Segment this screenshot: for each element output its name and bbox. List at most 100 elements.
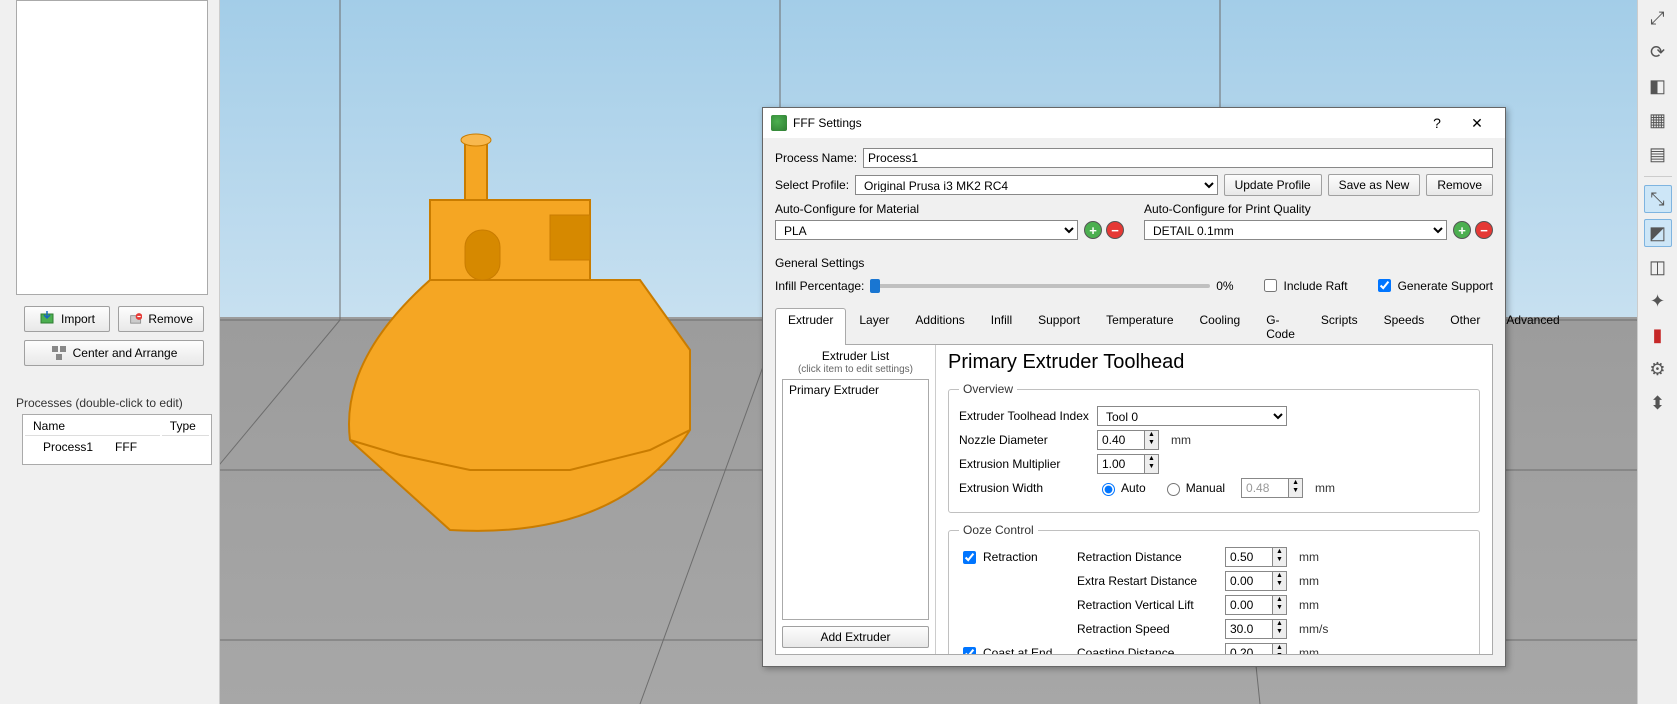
tab-infill[interactable]: Infill [978,308,1025,345]
tab-advanced[interactable]: Advanced [1493,308,1572,345]
tab-extruder[interactable]: Extruder [775,308,846,345]
spinner-arrows-icon: ▲▼ [1289,478,1303,498]
tab-scripts[interactable]: Scripts [1308,308,1371,345]
nozzle-label: Nozzle Diameter [959,433,1089,447]
extruder-list[interactable]: Primary Extruder [782,379,929,620]
front-cube-icon[interactable]: ▦ [1644,106,1672,134]
expand-icon[interactable]: ⤢ [1644,4,1672,32]
extra-restart-label: Extra Restart Distance [1077,574,1217,588]
ooze-group: Ooze Control Retraction Retraction Dista… [948,523,1480,654]
remove-button[interactable]: Remove [118,306,204,332]
tab-cooling[interactable]: Cooling [1187,308,1254,345]
toolhead-index-label: Extruder Toolhead Index [959,409,1089,423]
fff-settings-dialog: FFF Settings ? ✕ Process Name: Select Pr… [762,107,1506,667]
close-button[interactable]: ✕ [1457,111,1497,136]
cell-name: Process1 [25,438,101,456]
retraction-speed-label: Retraction Speed [1077,622,1217,636]
retraction-distance-label: Retraction Distance [1077,550,1217,564]
app-logo-icon [771,115,787,131]
width-manual-radio[interactable]: Manual [1162,480,1225,496]
width-input [1241,478,1289,498]
import-icon [39,311,55,327]
top-cube-icon[interactable]: ▤ [1644,140,1672,168]
vlift-input[interactable] [1225,595,1273,615]
dialog-titlebar[interactable]: FFF Settings ? ✕ [763,108,1505,138]
col-name[interactable]: Name [25,417,160,436]
normals-icon[interactable]: ✦ [1644,287,1672,315]
red-cube-icon[interactable]: ▮ [1644,321,1672,349]
axes-icon[interactable]: ⤡ [1644,185,1672,213]
remove-profile-button[interactable]: Remove [1426,174,1493,196]
retraction-speed-input[interactable] [1225,619,1273,639]
infill-slider[interactable] [870,284,1210,288]
tab-temperature[interactable]: Temperature [1093,308,1186,345]
material-remove-icon[interactable]: − [1106,221,1124,239]
processes-table[interactable]: Name Type Process1 FFF [22,414,212,465]
right-toolbar: ⤢ ⟳ ◧ ▦ ▤ ⤡ ◩ ◫ ✦ ▮ ⚙ ⬍ [1637,0,1677,704]
rotate-icon[interactable]: ⟳ [1644,38,1672,66]
help-button[interactable]: ? [1417,111,1457,135]
quality-remove-icon[interactable]: − [1475,221,1493,239]
coasting-distance-label: Coasting Distance [1077,646,1217,654]
spinner-arrows-icon[interactable]: ▲▼ [1273,547,1287,567]
retraction-checkbox[interactable]: Retraction [959,548,1069,567]
cell-type: FFF [107,438,145,456]
auto-quality-label: Auto-Configure for Print Quality [1144,202,1493,216]
panel-title: Primary Extruder Toolhead [948,351,1480,374]
import-label: Import [61,312,95,326]
spinner-arrows-icon[interactable]: ▲▼ [1273,571,1287,591]
col-type[interactable]: Type [162,417,209,436]
tab-additions[interactable]: Additions [902,308,977,345]
extruder-list-hint: (click item to edit settings) [798,364,913,375]
update-profile-button[interactable]: Update Profile [1224,174,1322,196]
list-item[interactable]: Primary Extruder [783,380,928,400]
generate-support-checkbox[interactable]: Generate Support [1374,276,1493,295]
tab-other[interactable]: Other [1437,308,1493,345]
import-button[interactable]: Import [24,306,110,332]
gear-icon[interactable]: ⚙ [1644,355,1672,383]
remove-label: Remove [148,312,193,326]
tab-speeds[interactable]: Speeds [1371,308,1438,345]
ooze-legend: Ooze Control [959,523,1038,537]
spinner-arrows-icon[interactable]: ▲▼ [1273,619,1287,639]
add-extruder-button[interactable]: Add Extruder [782,626,929,648]
width-auto-radio[interactable]: Auto [1097,480,1146,496]
iso-cube-icon[interactable]: ◧ [1644,72,1672,100]
tab-support[interactable]: Support [1025,308,1093,345]
quality-select[interactable]: DETAIL 0.1mm [1144,220,1447,240]
model-benchy [349,134,690,531]
center-arrange-label: Center and Arrange [73,346,178,360]
coast-checkbox[interactable]: Coast at End [959,644,1069,655]
quality-add-icon[interactable]: + [1453,221,1471,239]
tab-layer[interactable]: Layer [846,308,902,345]
include-raft-checkbox[interactable]: Include Raft [1260,276,1348,295]
center-arrange-button[interactable]: Center and Arrange [24,340,204,366]
wire-cube-icon[interactable]: ◫ [1644,253,1672,281]
spinner-arrows-icon[interactable]: ▲▼ [1273,595,1287,615]
spinner-arrows-icon[interactable]: ▲▼ [1273,643,1287,654]
process-name-input[interactable] [863,148,1493,168]
spinner-arrows-icon[interactable]: ▲▼ [1145,454,1159,474]
model-list[interactable] [16,0,208,295]
general-settings-label: General Settings [775,256,1493,270]
solid-cube-icon[interactable]: ◩ [1644,219,1672,247]
table-row[interactable]: Process1 FFF [25,438,160,456]
save-as-new-button[interactable]: Save as New [1328,174,1421,196]
mult-input[interactable] [1097,454,1145,474]
tab-gcode[interactable]: G-Code [1253,308,1308,345]
left-panel: Import Remove Center and Arrange Process… [0,0,220,704]
nozzle-input[interactable] [1097,430,1145,450]
extruder-settings-panel: Primary Extruder Toolhead Overview Extru… [936,345,1492,654]
profile-select[interactable]: Original Prusa i3 MK2 RC4 [855,175,1218,195]
spinner-arrows-icon[interactable]: ▲▼ [1145,430,1159,450]
retraction-distance-input[interactable] [1225,547,1273,567]
material-add-icon[interactable]: + [1084,221,1102,239]
infill-value: 0% [1216,279,1233,293]
coasting-distance-input[interactable] [1225,643,1273,654]
select-profile-label: Select Profile: [775,178,849,192]
material-select[interactable]: PLA [775,220,1078,240]
toolhead-index-select[interactable]: Tool 0 [1097,406,1287,426]
extra-restart-input[interactable] [1225,571,1273,591]
overhang-icon[interactable]: ⬍ [1644,389,1672,417]
overview-group: Overview Extruder Toolhead Index Tool 0 … [948,382,1480,513]
